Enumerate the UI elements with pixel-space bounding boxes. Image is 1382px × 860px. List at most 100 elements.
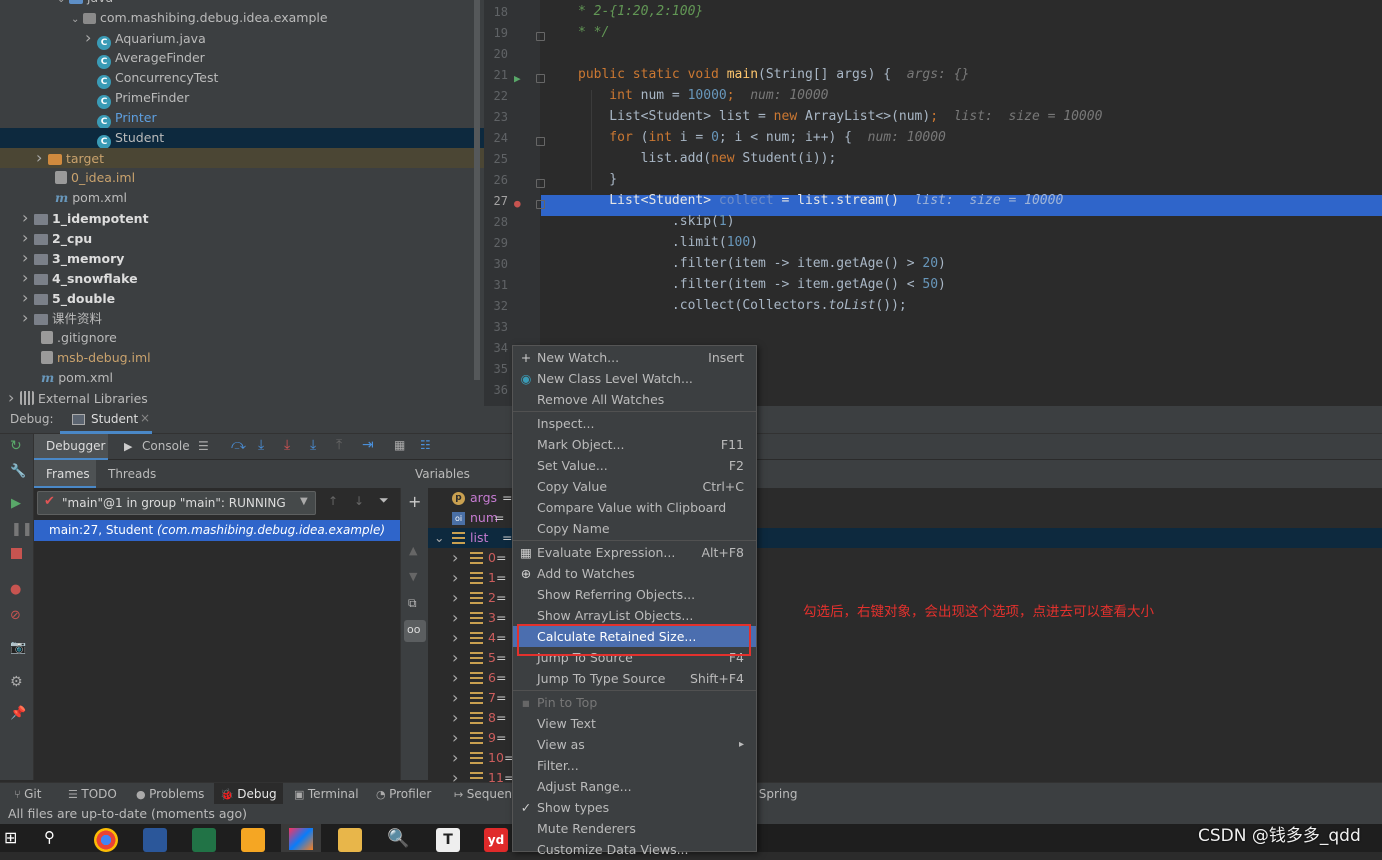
tree-item[interactable]: m pom.xml (0, 188, 484, 208)
menu-item[interactable]: Remove All Watches (513, 389, 756, 410)
chevron-right-icon[interactable]: › (452, 748, 458, 768)
close-icon[interactable]: × (140, 411, 150, 425)
show-execution-point-icon[interactable]: ⤼ (231, 437, 246, 453)
search-app-icon[interactable]: 🔍 (387, 828, 411, 852)
tool-tab-debug[interactable]: 🐞 Debug (214, 783, 283, 805)
fold-marker-icon[interactable] (536, 200, 545, 209)
tree-item[interactable]: 0_idea.iml (0, 168, 484, 188)
tree-item[interactable]: .gitignore (0, 328, 484, 348)
run-to-cursor-icon[interactable]: ⇥ (362, 437, 374, 453)
show-watches-toggle[interactable]: oo (404, 620, 426, 642)
typora-icon[interactable]: T (436, 828, 460, 852)
chevron-right-icon[interactable]: › (85, 28, 97, 48)
intellij-taskbar-item[interactable] (281, 824, 321, 852)
move-down-icon[interactable]: ▼ (409, 570, 417, 583)
chevron-right-icon[interactable]: › (36, 148, 48, 168)
tree-item[interactable]: ⌄java (0, 0, 484, 8)
app-orange-icon[interactable] (241, 828, 265, 852)
pause-icon[interactable]: ❚❚ (11, 522, 33, 537)
fold-marker-icon[interactable] (536, 74, 545, 83)
menu-item[interactable]: Show ArrayList Objects... (513, 605, 756, 626)
tree-item[interactable]: › C Aquarium.java (0, 28, 484, 50)
tree-item[interactable]: › 课件资料 (0, 308, 484, 328)
trace-icon[interactable]: ☷ (420, 438, 431, 452)
windows-start-icon[interactable]: ⊞ (4, 828, 28, 852)
rerun-icon[interactable]: ↻ (10, 438, 22, 454)
tree-item[interactable]: C Printer (0, 108, 484, 129)
fold-marker-icon[interactable] (536, 137, 545, 146)
menu-lines-icon[interactable]: ☰ (198, 439, 209, 453)
menu-item[interactable]: Adjust Range... (513, 776, 756, 797)
copy-icon[interactable]: ⧉ (408, 596, 417, 611)
chevron-right-icon[interactable]: › (452, 728, 458, 748)
menu-item[interactable]: ✓ Show types (513, 797, 756, 818)
force-step-into-icon[interactable]: ⤓ (310, 437, 316, 453)
tree-item[interactable]: › External Libraries (0, 388, 484, 406)
menu-item[interactable]: Set Value... F2 (513, 455, 756, 476)
chevron-right-icon[interactable]: › (22, 228, 34, 248)
breakpoint-icon[interactable]: ● (514, 197, 521, 210)
tree-item[interactable]: › 2_cpu (0, 228, 484, 248)
chevron-right-icon[interactable]: › (22, 288, 34, 308)
tree-item[interactable]: m pom.xml (0, 368, 484, 388)
menu-item[interactable]: Compare Value with Clipboard (513, 497, 756, 518)
tab-frames[interactable]: Frames (34, 460, 96, 488)
menu-item[interactable]: Jump To Type Source Shift+F4 (513, 668, 756, 689)
chevron-down-icon[interactable]: ⌄ (71, 10, 83, 30)
tab-threads[interactable]: Threads (96, 460, 166, 488)
chevron-right-icon[interactable]: › (8, 388, 20, 406)
tree-item[interactable]: C AverageFinder (0, 48, 484, 69)
settings-wrench-icon[interactable]: 🔧 (10, 464, 26, 479)
pin-icon[interactable]: 📌 (10, 706, 26, 721)
tool-tab-profiler[interactable]: ◔ Profiler (370, 783, 437, 805)
run-gutter-icon[interactable]: ▶ (514, 72, 521, 85)
arrow-up-icon[interactable]: ↑ (328, 494, 338, 508)
file-explorer-icon[interactable] (338, 828, 362, 852)
stop-icon[interactable] (11, 548, 22, 559)
tree-item[interactable]: C PrimeFinder (0, 88, 484, 109)
chevron-right-icon[interactable]: › (22, 308, 34, 328)
chevron-down-icon[interactable]: ⌄ (434, 528, 444, 548)
chevron-right-icon[interactable]: › (452, 648, 458, 668)
resume-icon[interactable]: ▶ (11, 496, 21, 511)
thread-select[interactable]: ✔ "main"@1 in group "main": RUNNING ▼ (37, 491, 316, 515)
menu-item[interactable]: ⊕ Add to Watches (513, 563, 756, 584)
tool-tab-problems[interactable]: ● Problems (130, 783, 210, 805)
fold-marker-icon[interactable] (536, 32, 545, 41)
tree-item[interactable]: › 3_memory (0, 248, 484, 268)
arrow-down-icon[interactable]: ↓ (354, 494, 364, 508)
camera-icon[interactable]: 📷 (10, 640, 26, 655)
menu-item[interactable]: Filter... (513, 755, 756, 776)
tree-item[interactable]: › 4_snowflake (0, 268, 484, 288)
chevron-right-icon[interactable]: › (452, 668, 458, 688)
evaluate-expression-icon[interactable]: ▦ (394, 438, 405, 452)
menu-item[interactable]: ◉ New Class Level Watch... (513, 368, 756, 389)
menu-item[interactable]: View as ▸ (513, 734, 756, 755)
menu-item[interactable]: Mark Object... F11 (513, 434, 756, 455)
menu-item[interactable]: Customize Data Views... (513, 839, 756, 860)
chevron-right-icon[interactable]: › (452, 628, 458, 648)
chevron-right-icon[interactable]: › (22, 248, 34, 268)
menu-item[interactable]: Mute Renderers (513, 818, 756, 839)
chevron-right-icon[interactable]: › (452, 588, 458, 608)
tab-console[interactable]: ▶ Console (114, 434, 194, 460)
tab-debugger[interactable]: Debugger (34, 434, 108, 460)
chevron-right-icon[interactable]: › (22, 208, 34, 228)
search-icon[interactable]: ⚲ (44, 828, 68, 852)
tool-tab-todo[interactable]: ☰ TODO (62, 783, 123, 805)
chevron-right-icon[interactable]: › (452, 688, 458, 708)
tree-item[interactable]: › target (0, 148, 484, 168)
menu-item[interactable]: Copy Value Ctrl+C (513, 476, 756, 497)
tree-item[interactable]: C ConcurrencyTest (0, 68, 484, 89)
step-out-icon[interactable]: ⤒ (336, 437, 342, 453)
menu-item[interactable]: Inspect... (513, 413, 756, 434)
excel-icon[interactable] (192, 828, 216, 852)
chrome-icon[interactable] (94, 828, 118, 852)
view-breakpoints-icon[interactable]: ● (10, 582, 21, 597)
add-watch-icon[interactable]: + (408, 492, 421, 511)
tool-tab-terminal[interactable]: ▣ Terminal (288, 783, 365, 805)
tree-item[interactable]: C Student (0, 128, 484, 149)
tree-item[interactable]: ⌄ com.mashibing.debug.idea.example (0, 8, 484, 28)
mute-breakpoints-icon[interactable]: ⊘ (10, 608, 21, 623)
chevron-right-icon[interactable]: › (452, 608, 458, 628)
